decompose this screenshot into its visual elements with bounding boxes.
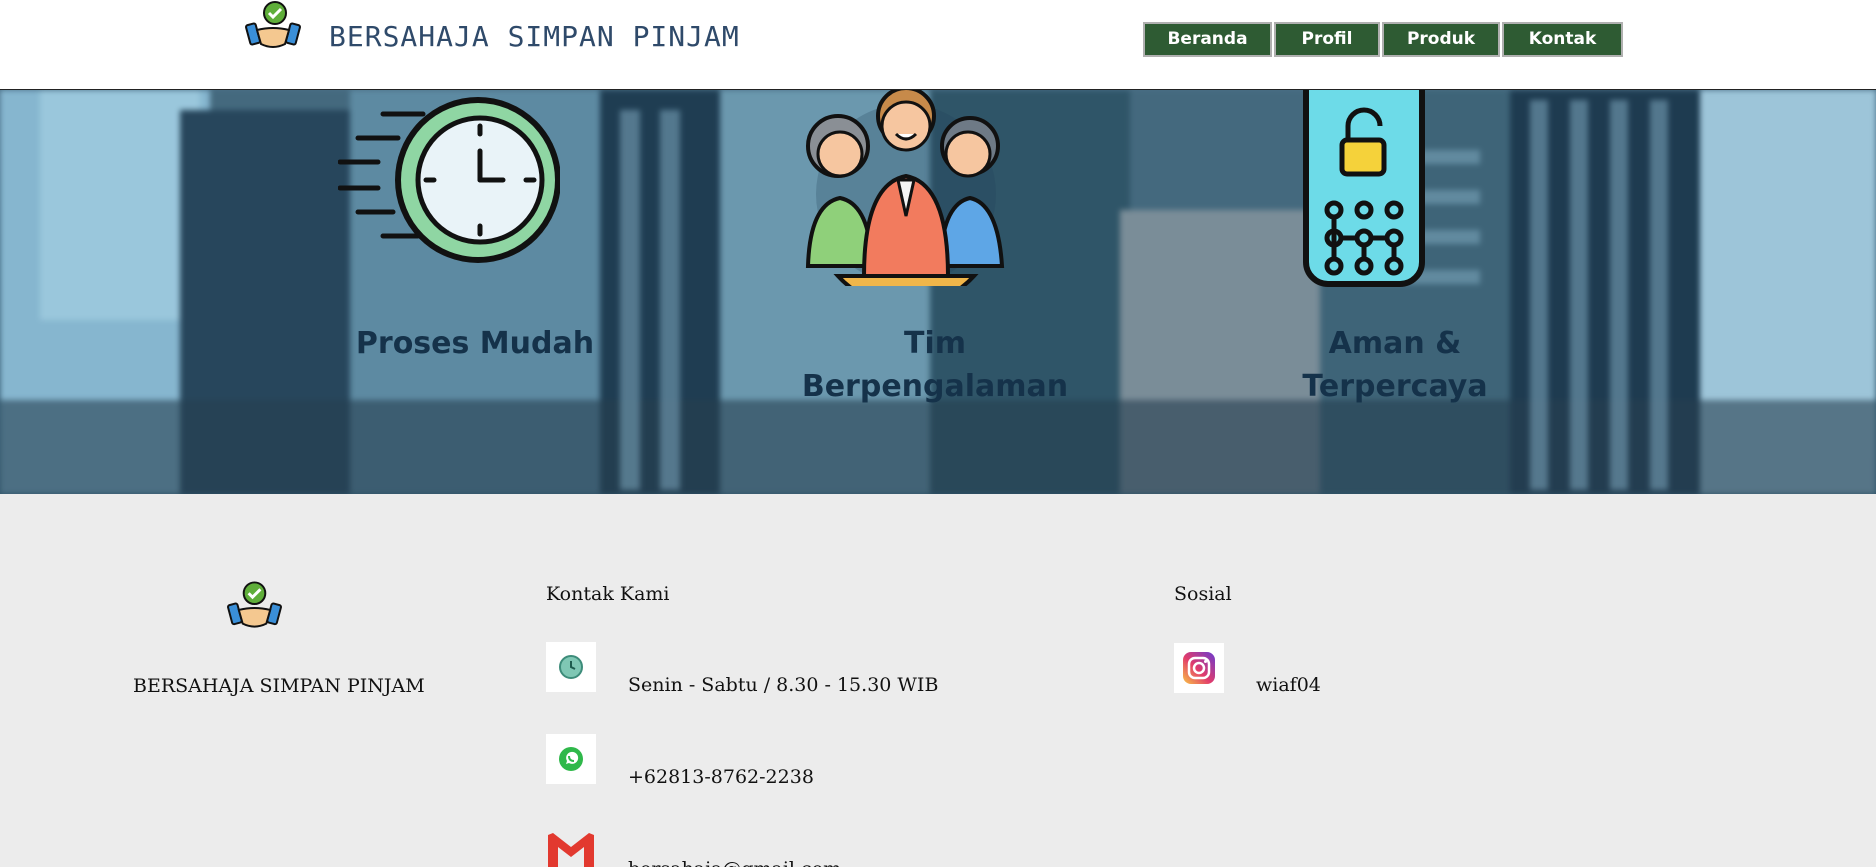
gmail-icon[interactable] xyxy=(546,826,596,867)
handshake-logo-icon[interactable] xyxy=(245,0,301,52)
social-title: Sosial xyxy=(1174,583,1232,605)
hero-features-section: Proses Mudah Tim Berpengalaman Aman & Te… xyxy=(0,90,1876,494)
social-instagram-handle[interactable]: wiaf04 xyxy=(1256,674,1321,696)
footer-brand: BERSAHAJA SIMPAN PINJAM xyxy=(133,675,425,697)
feature-title-tim-berpengalaman: Tim Berpengalaman xyxy=(801,326,1069,404)
clock-icon xyxy=(546,642,596,692)
contact-email[interactable]: bersahaja@gmail.com xyxy=(628,858,841,867)
nav-beranda[interactable]: Beranda xyxy=(1143,22,1272,57)
site-header: BERSAHAJA SIMPAN PINJAM Beranda Profil P… xyxy=(0,0,1876,90)
team-icon xyxy=(798,90,1014,309)
main-nav: Beranda Profil Produk Kontak xyxy=(1143,22,1623,57)
site-footer: BERSAHAJA SIMPAN PINJAM Kontak Kami Seni… xyxy=(0,494,1876,867)
site-brand-title: BERSAHAJA SIMPAN PINJAM xyxy=(329,20,740,53)
instagram-icon[interactable] xyxy=(1174,643,1224,693)
contact-whatsapp[interactable]: +62813-8762-2238 xyxy=(628,766,814,788)
nav-profil[interactable]: Profil xyxy=(1274,22,1380,57)
feature-title-aman-terpercaya: Aman & Terpercaya xyxy=(1302,326,1488,404)
whatsapp-icon[interactable] xyxy=(546,734,596,784)
nav-produk[interactable]: Produk xyxy=(1382,22,1500,57)
contact-title: Kontak Kami xyxy=(546,583,670,605)
contact-hours: Senin - Sabtu / 8.30 - 15.30 WIB xyxy=(628,674,939,696)
handshake-logo-icon xyxy=(227,580,282,632)
feature-title-proses-mudah: Proses Mudah xyxy=(355,326,595,361)
nav-kontak[interactable]: Kontak xyxy=(1502,22,1623,57)
security-lock-icon xyxy=(1302,90,1426,292)
clock-icon xyxy=(337,96,561,268)
